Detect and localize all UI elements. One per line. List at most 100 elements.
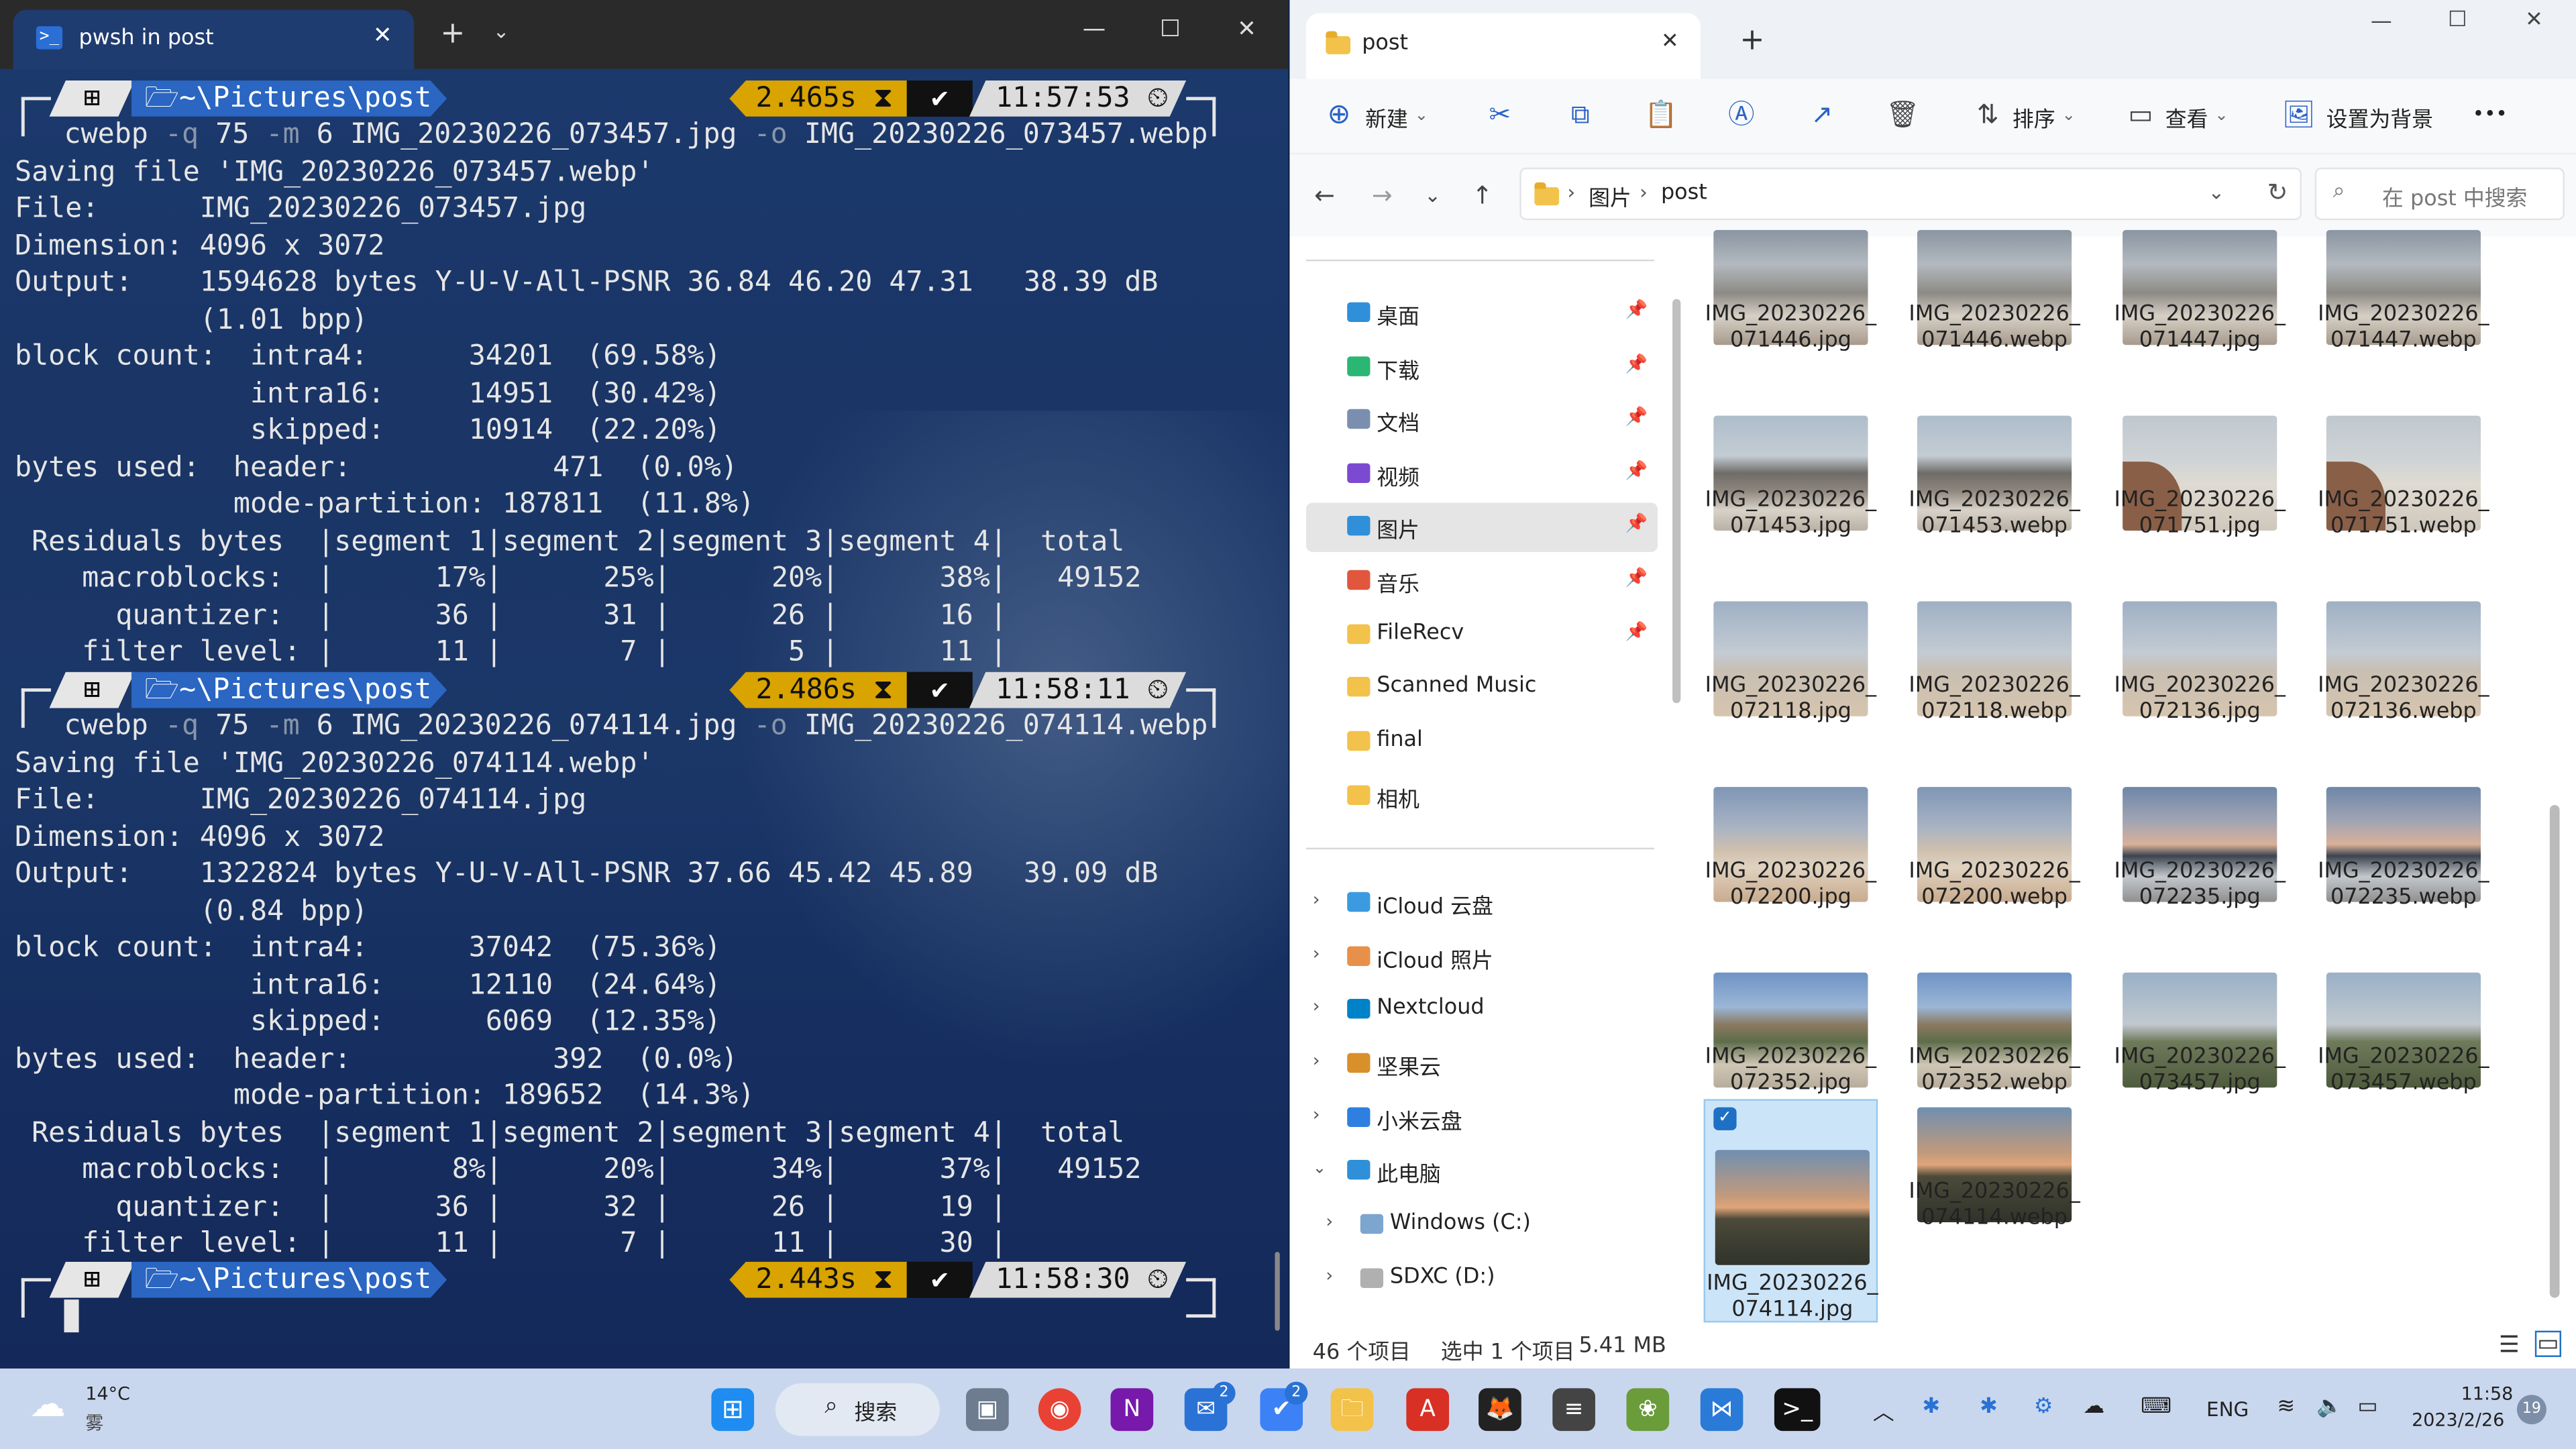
sidebar-item-downloads[interactable]: 下载 📌 bbox=[1306, 343, 1658, 392]
expand-icon[interactable]: › bbox=[1313, 1104, 1320, 1126]
file-item[interactable]: IMG_20230226_ 072200.jpg bbox=[1704, 787, 1878, 918]
more-button[interactable]: ••• bbox=[2473, 102, 2508, 125]
chevron-down-icon[interactable]: ⌄ bbox=[2061, 107, 2076, 125]
cut-icon[interactable]: ✂ bbox=[1483, 99, 1516, 131]
onenote-icon[interactable]: N bbox=[1110, 1388, 1154, 1432]
close-window-icon[interactable]: ✕ bbox=[1237, 16, 1256, 42]
sidebar-item-pictures[interactable]: 图片 📌 bbox=[1305, 502, 1658, 552]
language-indicator[interactable]: ENG bbox=[2206, 1398, 2249, 1421]
copy-icon[interactable]: ⧉ bbox=[1564, 99, 1597, 131]
rename-icon[interactable]: Ⓐ bbox=[1725, 99, 1758, 131]
file-item[interactable]: IMG_20230226_ 072235.jpg bbox=[2112, 787, 2287, 918]
notepad-icon[interactable]: ≡ bbox=[1552, 1388, 1595, 1432]
view-button[interactable]: 查看 bbox=[2165, 102, 2208, 133]
sidebar-item-videos[interactable]: 视频 📌 bbox=[1306, 450, 1658, 499]
sidebar-item-camera[interactable]: 相机 bbox=[1306, 772, 1658, 821]
minimize-icon[interactable]: — bbox=[1083, 16, 1106, 42]
keyboard-icon[interactable]: ⌨ bbox=[2141, 1395, 2171, 1419]
sidebar-item-final[interactable]: final bbox=[1306, 718, 1658, 767]
file-item[interactable]: IMG_20230226_ 072118.webp bbox=[1907, 601, 2082, 733]
maximize-icon[interactable]: ☐ bbox=[1160, 16, 1181, 42]
sidebar-item-jianguoyun[interactable]: › 坚果云 bbox=[1306, 1040, 1658, 1089]
up-icon[interactable]: ↑ bbox=[1472, 180, 1493, 210]
close-tab-icon[interactable]: ✕ bbox=[1661, 30, 1679, 54]
close-tab-icon[interactable]: ✕ bbox=[373, 23, 392, 49]
file-grid-scrollbar[interactable] bbox=[2549, 805, 2560, 1298]
selection-checkbox[interactable]: ✓ bbox=[1713, 1107, 1737, 1130]
terminal-icon[interactable]: >_ bbox=[1774, 1388, 1821, 1432]
breadcrumb-post[interactable]: post bbox=[1661, 180, 1707, 205]
weather-temp[interactable]: 14°C bbox=[85, 1383, 130, 1405]
tray-app-icon[interactable]: ⚙ bbox=[2034, 1395, 2053, 1419]
set-background-button[interactable]: 设置为背景 bbox=[2326, 102, 2433, 133]
file-item[interactable]: IMG_20230226_ 071751.jpg bbox=[2112, 415, 2287, 547]
search-button[interactable]: ⌕ 搜索 bbox=[775, 1383, 940, 1436]
sidebar-item-drive-d[interactable]: › SDXC (D:) bbox=[1320, 1255, 1658, 1304]
file-item[interactable]: IMG_20230226_ 072352.webp bbox=[1907, 972, 2082, 1104]
file-item[interactable]: IMG_20230226_ 072352.jpg bbox=[1704, 972, 1878, 1104]
clock-time[interactable]: 11:58 bbox=[2461, 1383, 2514, 1405]
new-tab-icon[interactable]: + bbox=[440, 16, 465, 50]
start-icon[interactable]: ⊞ bbox=[711, 1388, 755, 1432]
sidebar-item-xiaomi-cloud[interactable]: › 小米云盘 bbox=[1306, 1094, 1658, 1143]
share-icon[interactable]: ↗ bbox=[1805, 99, 1838, 131]
notification-badge[interactable]: 19 bbox=[2516, 1395, 2546, 1425]
sidebar-item-scanned-music[interactable]: Scanned Music bbox=[1306, 663, 1658, 712]
file-item[interactable]: IMG_20230226_ 074114.webp bbox=[1907, 1107, 2082, 1239]
battery-icon[interactable]: ▭ bbox=[2357, 1395, 2377, 1419]
file-item[interactable]: IMG_20230226_ 071447.webp bbox=[2316, 229, 2491, 362]
back-icon[interactable]: ← bbox=[1314, 180, 1335, 210]
delete-icon[interactable]: 🗑 bbox=[1886, 99, 1919, 131]
minimize-icon[interactable]: — bbox=[2371, 10, 2392, 35]
sidebar-item-music[interactable]: 音乐 📌 bbox=[1306, 557, 1658, 606]
new-button[interactable]: 新建 bbox=[1365, 102, 1408, 133]
file-explorer-icon[interactable]: 🗀 bbox=[1330, 1388, 1374, 1432]
weather-desc[interactable]: 雾 bbox=[85, 1409, 103, 1436]
clock-date[interactable]: 2023/2/26 bbox=[2412, 1409, 2504, 1431]
file-item[interactable]: IMG_20230226_ 071453.jpg bbox=[1704, 415, 1878, 547]
view-icon[interactable]: ▭ bbox=[2125, 99, 2157, 131]
set-background-icon[interactable]: 🖼 bbox=[2282, 99, 2316, 131]
chevron-down-icon[interactable]: ⌄ bbox=[2214, 107, 2229, 125]
sidebar-item-filerecv[interactable]: FileRecv 📌 bbox=[1306, 611, 1658, 660]
sidebar-item-icloud-photos[interactable]: › iCloud 照片 bbox=[1306, 933, 1658, 982]
terminal-tab[interactable]: >_ pwsh in post ✕ bbox=[13, 9, 415, 69]
paste-icon[interactable]: 📋 bbox=[1644, 99, 1678, 131]
address-bar[interactable]: › 图片 › post ⌄ ↻ bbox=[1519, 167, 2302, 221]
volume-icon[interactable]: 🔈 bbox=[2316, 1395, 2343, 1419]
chrome-icon[interactable]: ◉ bbox=[1038, 1388, 1081, 1432]
file-item[interactable]: IMG_20230226_ 074114.jpg ✓ bbox=[1703, 1099, 1878, 1323]
file-item[interactable]: IMG_20230226_ 072118.jpg bbox=[1704, 601, 1878, 733]
file-item[interactable]: IMG_20230226_ 073457.webp bbox=[2316, 972, 2491, 1104]
details-view-icon[interactable]: ☰ bbox=[2499, 1332, 2520, 1358]
file-item[interactable]: IMG_20230226_ 072136.webp bbox=[2316, 601, 2491, 733]
app-icon[interactable]: ❀ bbox=[1626, 1388, 1670, 1432]
chevron-down-icon[interactable]: ⌄ bbox=[493, 19, 510, 42]
sidebar-item-nextcloud[interactable]: › Nextcloud bbox=[1306, 985, 1658, 1034]
recent-chevron-icon[interactable]: ⌄ bbox=[1424, 184, 1441, 207]
expand-icon[interactable]: › bbox=[1326, 1211, 1333, 1232]
tray-app-icon[interactable]: ✱ bbox=[1980, 1395, 1998, 1419]
terminal-scrollbar[interactable] bbox=[1275, 1252, 1280, 1331]
tray-app-icon[interactable]: ✱ bbox=[1922, 1395, 1940, 1419]
sidebar-item-desktop[interactable]: 桌面 📌 bbox=[1306, 289, 1658, 338]
refresh-icon[interactable]: ↻ bbox=[2267, 177, 2288, 207]
sort-button[interactable]: 排序 bbox=[2012, 102, 2055, 133]
file-item[interactable]: IMG_20230226_ 072136.jpg bbox=[2112, 601, 2287, 733]
terminal-content[interactable]: ⊞ 🗁~\Pictures\post 2.465s ⧗ ✔ 11:57:53 ⏲… bbox=[0, 69, 1288, 1368]
fox-app-icon[interactable]: 🦊 bbox=[1479, 1388, 1521, 1432]
forward-icon[interactable]: → bbox=[1372, 180, 1393, 210]
chevron-down-icon[interactable]: ⌄ bbox=[1415, 107, 1429, 125]
expand-icon[interactable]: › bbox=[1313, 1050, 1320, 1071]
maximize-icon[interactable]: ☐ bbox=[2448, 8, 2467, 33]
sort-icon[interactable]: ⇅ bbox=[1972, 99, 2004, 131]
breadcrumb-pictures[interactable]: 图片 bbox=[1589, 180, 1631, 212]
new-tab-icon[interactable]: + bbox=[1739, 23, 1764, 57]
file-item[interactable]: IMG_20230226_ 072235.webp bbox=[2316, 787, 2491, 918]
cloud-icon[interactable]: ☁ bbox=[2083, 1395, 2104, 1419]
file-item[interactable]: IMG_20230226_ 071446.webp bbox=[1907, 229, 2082, 362]
new-icon[interactable]: ⊕ bbox=[1322, 99, 1355, 131]
close-window-icon[interactable]: ✕ bbox=[2525, 8, 2543, 33]
collapse-icon[interactable]: ⌄ bbox=[1313, 1160, 1327, 1178]
expand-icon[interactable]: › bbox=[1313, 943, 1320, 965]
